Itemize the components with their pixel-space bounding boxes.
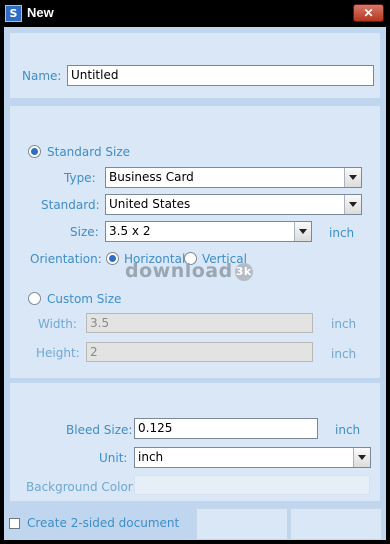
bleed-size-input[interactable]: 0.125 [134,418,318,439]
width-label: Width: [38,317,77,331]
chevron-down-icon[interactable] [294,222,311,241]
chevron-down-icon[interactable] [344,195,361,214]
name-input[interactable]: Untitled [67,65,374,86]
dialog-client-area: Name: Untitled Standard Size Type: Busin… [4,27,386,540]
two-sided-label[interactable]: Create 2-sided document [27,516,179,530]
size-select-value: 3.5 x 2 [109,224,151,238]
unit-select[interactable]: inch [134,447,371,468]
standard-select[interactable]: United States [105,194,362,215]
window-title: New [27,5,54,20]
standard-size-label[interactable]: Standard Size [47,145,130,159]
standard-label: Standard: [41,198,100,212]
height-label: Height: [36,346,80,360]
name-label: Name: [22,69,62,83]
orientation-label: Orientation: [30,252,102,266]
type-label: Type: [64,171,96,185]
custom-size-label[interactable]: Custom Size [47,292,121,306]
size-select[interactable]: 3.5 x 2 [105,221,312,242]
bleed-size-label: Bleed Size: [66,423,133,437]
two-sided-checkbox[interactable] [9,518,20,529]
custom-size-radio[interactable] [28,292,41,305]
size-label: Size: [70,225,99,239]
unit-label: Unit: [99,451,128,465]
type-select-value: Business Card [109,170,194,184]
chevron-down-icon[interactable] [344,168,361,187]
width-unit-label: inch [331,317,357,331]
height-input[interactable]: 2 [86,342,313,362]
standard-size-radio[interactable] [28,145,41,158]
size-unit-label: inch [329,226,355,240]
background-color-label: Background Color: [26,480,137,494]
chevron-down-icon[interactable] [353,448,370,467]
height-unit-label: inch [331,347,357,361]
standard-select-value: United States [109,197,191,211]
background-color-swatch[interactable] [134,475,370,495]
type-select[interactable]: Business Card [105,167,362,188]
title-bar[interactable]: S New ✕ [0,0,390,27]
horizontal-radio[interactable] [106,252,119,265]
watermark-badge: 3k [234,262,253,281]
close-button[interactable]: ✕ [353,4,384,22]
cancel-button[interactable] [290,508,382,540]
bleed-unit-label: inch [335,423,361,437]
watermark: download 3k [125,260,253,282]
watermark-text: download [125,260,233,282]
unit-select-value: inch [138,450,164,464]
app-icon: S [5,5,22,22]
width-input[interactable]: 3.5 [86,313,313,333]
ok-button[interactable] [196,508,288,540]
